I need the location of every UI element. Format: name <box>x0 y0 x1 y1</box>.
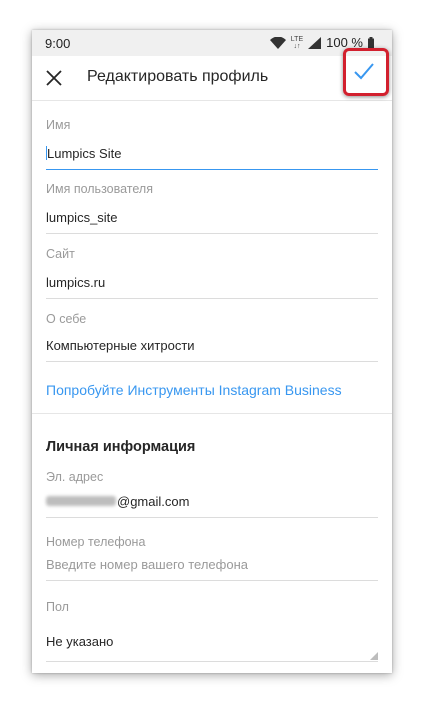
username-underline <box>46 233 378 234</box>
check-icon[interactable] <box>352 61 376 81</box>
name-field[interactable]: Имя Lumpics Site <box>46 118 378 170</box>
phone-label: Номер телефона <box>46 535 146 549</box>
close-icon[interactable] <box>42 66 66 90</box>
gender-field[interactable]: Пол Не указано <box>46 600 378 662</box>
username-label: Имя пользователя <box>46 182 153 196</box>
website-input[interactable]: lumpics.ru <box>46 275 378 290</box>
status-time: 9:00 <box>45 36 71 51</box>
battery-icon <box>368 37 374 48</box>
website-field[interactable]: Сайт lumpics.ru <box>46 247 378 299</box>
wifi-icon <box>269 36 286 49</box>
email-input[interactable]: @gmail.com <box>117 494 189 509</box>
username-field[interactable]: Имя пользователя lumpics_site <box>46 182 378 234</box>
email-label: Эл. адрес <box>46 470 104 484</box>
name-input[interactable]: Lumpics Site <box>47 146 121 161</box>
phone-field[interactable]: Номер телефона Введите номер вашего теле… <box>46 535 378 581</box>
phone-input[interactable]: Введите номер вашего телефона <box>46 557 378 572</box>
lte-indicator: LTE ↓↑ <box>290 35 304 50</box>
name-underline <box>46 169 378 170</box>
dropdown-corner-icon <box>370 652 378 660</box>
email-underline <box>46 517 378 518</box>
business-tools-link[interactable]: Попробуйте Инструменты Instagram Busines… <box>46 382 342 398</box>
status-bar: 9:00 LTE ↓↑ 100 % <box>32 30 392 56</box>
blurred-email-username <box>46 496 116 506</box>
gender-select[interactable]: Не указано <box>46 634 378 649</box>
bio-underline <box>46 361 378 362</box>
website-label: Сайт <box>46 247 75 261</box>
email-field[interactable]: Эл. адрес @gmail.com <box>46 470 378 518</box>
page-title: Редактировать профиль <box>87 68 269 85</box>
phone-screen: 9:00 LTE ↓↑ 100 % Редактировать профиль <box>32 30 392 673</box>
private-info-heading: Личная информация <box>46 439 196 455</box>
website-underline <box>46 298 378 299</box>
username-input[interactable]: lumpics_site <box>46 210 378 225</box>
phone-underline <box>46 580 378 581</box>
signal-icon <box>308 36 322 49</box>
network-label: LTE <box>290 35 304 43</box>
bio-label: О себе <box>46 312 87 326</box>
name-label: Имя <box>46 118 71 132</box>
save-button[interactable] <box>343 48 389 96</box>
bio-input[interactable]: Компьютерные хитрости <box>46 338 378 353</box>
app-bar: Редактировать профиль <box>32 48 392 101</box>
gender-label: Пол <box>46 600 69 614</box>
section-divider <box>32 413 392 414</box>
gender-underline <box>46 661 378 662</box>
bio-field[interactable]: О себе Компьютерные хитрости <box>46 312 378 362</box>
